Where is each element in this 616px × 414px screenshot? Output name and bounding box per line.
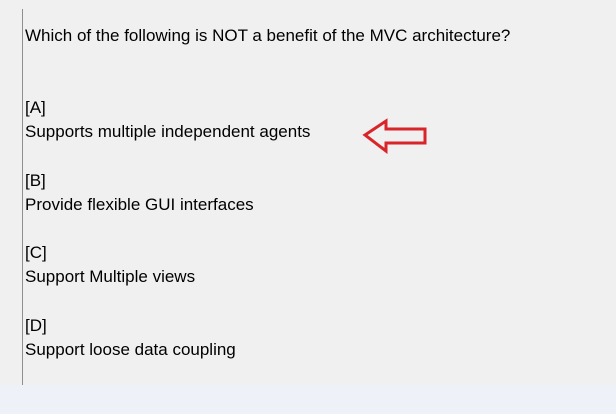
left-divider bbox=[22, 9, 23, 385]
option-c-text: Support Multiple views bbox=[25, 267, 196, 286]
question-text: Which of the following is NOT a benefit … bbox=[25, 26, 511, 45]
option-a-letter: [A] bbox=[25, 98, 46, 117]
option-b-letter: [B] bbox=[25, 171, 46, 190]
option-a[interactable]: [A] Supports multiple independent agents bbox=[25, 96, 310, 144]
option-c-letter: [C] bbox=[25, 243, 47, 262]
option-a-text: Supports multiple independent agents bbox=[25, 122, 311, 141]
option-d[interactable]: [D] Support loose data coupling bbox=[25, 314, 236, 362]
option-d-letter: [D] bbox=[25, 316, 47, 335]
left-arrow-icon bbox=[362, 118, 430, 155]
option-d-text: Support loose data coupling bbox=[25, 340, 236, 359]
option-b[interactable]: [B] Provide flexible GUI interfaces bbox=[25, 169, 254, 217]
option-b-text: Provide flexible GUI interfaces bbox=[25, 195, 254, 214]
question-panel: Which of the following is NOT a benefit … bbox=[0, 0, 616, 385]
option-c[interactable]: [C] Support Multiple views bbox=[25, 241, 195, 289]
